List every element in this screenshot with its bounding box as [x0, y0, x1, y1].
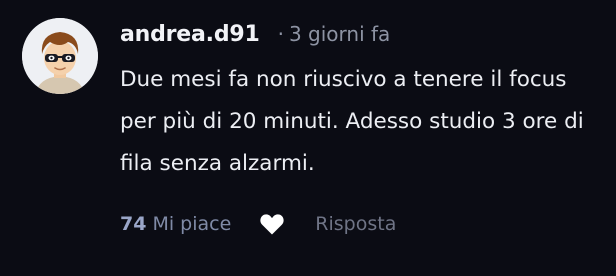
- likes-label: Mi piace: [152, 213, 232, 235]
- timestamp: 3 giorni fa: [288, 22, 391, 46]
- comment-actions: 74 Mi piace Risposta: [120, 208, 396, 240]
- avatar[interactable]: [22, 18, 98, 94]
- avatar-sunglasses-icon: [22, 18, 98, 94]
- heart-icon[interactable]: [259, 212, 285, 236]
- comment-header: andrea.d91 · 3 giorni fa: [120, 22, 600, 47]
- likes-count: 74: [120, 213, 147, 235]
- username[interactable]: andrea.d91: [120, 22, 260, 47]
- comment-body: Due mesi fa non riuscivo a tenere il foc…: [120, 67, 584, 176]
- comment-content: andrea.d91 · 3 giorni fa Due mesi fa non…: [120, 22, 600, 185]
- reply-button[interactable]: Risposta: [315, 213, 396, 235]
- comment-card: andrea.d91 · 3 giorni fa Due mesi fa non…: [0, 0, 616, 276]
- separator-dot: ·: [277, 22, 284, 46]
